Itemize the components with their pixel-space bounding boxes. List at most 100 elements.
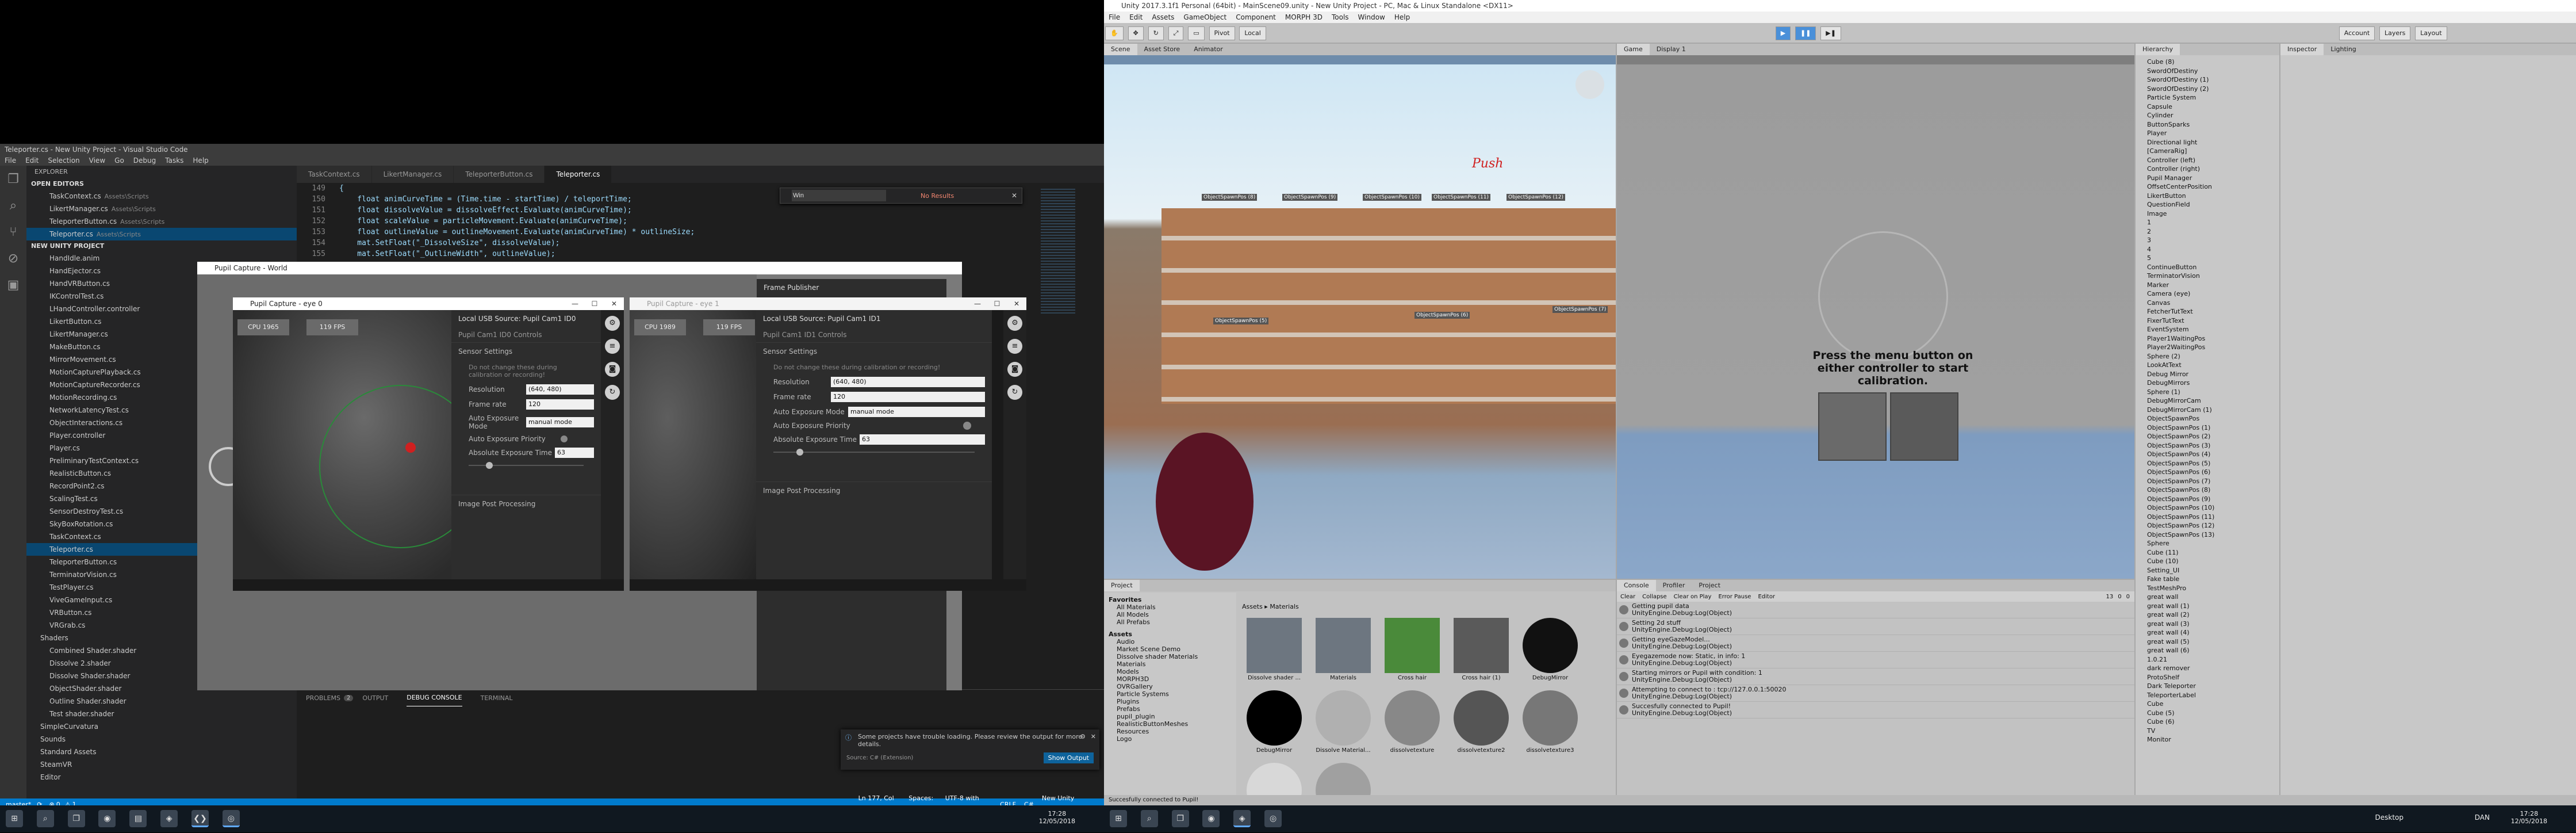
hierarchy-item[interactable]: Cube [2147,700,2279,709]
hierarchy-item[interactable]: Player2WaitingPos [2147,343,2279,352]
hierarchy-item[interactable]: Controller (left) [2147,156,2279,165]
folder-item[interactable]: SteamVR [26,758,297,771]
eye1-controls[interactable]: Pupil Cam1 ID1 Controls [756,327,992,342]
project-section[interactable]: NEW UNITY PROJECT [26,240,297,252]
eye1-post-processing[interactable]: Image Post Processing [756,482,992,499]
scene-object-label[interactable]: ObjectSpawnPos (11) [1432,194,1490,201]
hierarchy-item[interactable]: Marker [2147,281,2279,290]
tab-lighting[interactable]: Lighting [2324,44,2363,55]
asset-item[interactable]: DebugMirror [1241,690,1308,758]
unity-menu-window[interactable]: Window [1358,12,1385,23]
eye1-camera-view[interactable] [630,310,756,579]
hierarchy-item[interactable]: ObjectSpawnPos [2147,414,2279,423]
unity-menu-tools[interactable]: Tools [1332,12,1349,23]
tab-output[interactable]: OUTPUT [362,690,388,706]
asset-folder[interactable]: Materials [1109,660,1236,668]
asset-item[interactable]: Dissolve Material... [1310,690,1377,758]
source-control-icon[interactable]: ⑂ [0,219,26,245]
hierarchy-item[interactable]: Cylinder [2147,111,2279,120]
hand-tool-icon[interactable]: ✋ [1105,26,1124,40]
hierarchy-item[interactable]: FixerTutText [2147,316,2279,326]
hierarchy-item[interactable]: Dark Teleporter [2147,682,2279,691]
asset-folder[interactable]: RealisticButtonMeshes [1109,720,1236,728]
gear-icon[interactable]: ⚙ [1007,316,1022,331]
open-editor-item[interactable]: TeleporterButton.cs Assets\Scripts [26,215,297,228]
pivot-toggle[interactable]: Pivot [1209,26,1235,40]
eye0-abs-exposure-input[interactable]: 63 [555,448,594,458]
hierarchy-item[interactable]: SwordOfDestiny (2) [2147,85,2279,94]
windows-start-icon[interactable]: ⊞ [1110,810,1127,827]
chrome-icon[interactable]: ◉ [1202,810,1220,827]
pupil-icon[interactable]: ◎ [222,810,240,827]
windows-start-icon[interactable]: ⊞ [6,810,23,827]
hierarchy-item[interactable]: 3 [2147,236,2279,245]
console-log-entry[interactable]: Attempting to connect to : tcp://127.0.0… [1617,685,2134,702]
console-log-entry[interactable]: Succesfully connected to Pupil! UnityEng… [1617,702,2134,719]
favorite-item[interactable]: All Models [1109,611,1236,618]
tab-taskcontext[interactable]: TaskContext.cs [297,166,371,183]
menu-debug[interactable]: Debug [133,155,156,166]
files-icon[interactable]: ❐ [0,166,26,192]
eye0-post-processing[interactable]: Image Post Processing [451,495,601,513]
hierarchy-item[interactable]: 5 [2147,254,2279,263]
layers-dropdown[interactable]: Layers [2379,26,2411,40]
hierarchy-item[interactable]: Controller (right) [2147,165,2279,174]
asset-item[interactable]: Cross hair [1379,618,1446,686]
language-indicator[interactable]: DAN [2475,813,2490,821]
asset-item[interactable]: dissolvetexture [1379,690,1446,758]
hierarchy-item[interactable]: ObjectSpawnPos (12) [2147,521,2279,530]
console-log-entry[interactable]: Getting pupil data UnityEngine.Debug:Log… [1617,602,2134,618]
minimap[interactable] [1035,183,1092,689]
asset-folder[interactable]: OVRGallery [1109,683,1236,690]
hierarchy-item[interactable]: SwordOfDestiny [2147,67,2279,76]
search-icon[interactable]: ⌕ [36,810,54,827]
maximize-icon[interactable]: ☐ [585,297,604,310]
unity-menu-component[interactable]: Component [1236,12,1276,23]
vscode-icon[interactable]: ❮❯ [191,810,209,827]
find-input[interactable] [792,190,886,201]
asset-folder[interactable]: Models [1109,668,1236,675]
console-log-entry[interactable]: Eyegazemode now: Static, in info: 1 Unit… [1617,652,2134,668]
hierarchy-item[interactable]: Pupil Manager [2147,174,2279,183]
close-icon[interactable]: ✕ [1007,297,1026,310]
collapse-button[interactable]: Collapse [1642,594,1667,600]
hierarchy-item[interactable]: DebugMirrorCam [2147,396,2279,406]
close-icon[interactable]: ✕ [1091,733,1096,740]
hierarchy-item[interactable]: Sphere [2147,539,2279,548]
hierarchy-item[interactable]: Capsule [2147,102,2279,112]
hierarchy-item[interactable]: LookAtText [2147,361,2279,370]
hierarchy-item[interactable]: TestMeshPro [2147,584,2279,593]
unity-icon[interactable]: ◈ [1233,810,1251,827]
maximize-icon[interactable]: ☐ [987,297,1007,310]
menu-edit[interactable]: Edit [25,155,39,166]
folder-item[interactable]: Standard Assets [26,746,297,758]
hierarchy-item[interactable]: FetcherTutText [2147,307,2279,316]
scene-object-label[interactable]: ObjectSpawnPos (8) [1202,194,1258,201]
tab-teleporter[interactable]: Teleporter.cs [545,166,612,183]
hierarchy-item[interactable]: great wall (4) [2147,628,2279,637]
show-output-button[interactable]: Show Output [1043,752,1094,763]
hierarchy-item[interactable]: Cube (5) [2147,709,2279,718]
rotate-tool-icon[interactable]: ↻ [1148,26,1164,40]
unity-icon[interactable]: ◈ [160,810,178,827]
unity-menu-morph3d[interactable]: MORPH 3D [1285,12,1322,23]
hierarchy-item[interactable]: Monitor [2147,735,2279,744]
asset-item[interactable]: dissolvetexture3 [1517,690,1584,758]
clear-on-play-button[interactable]: Clear on Play [1674,594,1712,600]
scene-object-label[interactable]: ObjectSpawnPos (7) [1552,306,1608,313]
search-icon[interactable]: ⌕ [0,192,26,219]
hierarchy-item[interactable]: DebugMirrors [2147,379,2279,388]
tab-project[interactable]: Project [1104,580,1140,591]
console-log-entry[interactable]: Starting mirrors or Pupil with condition… [1617,668,2134,685]
tab-inspector[interactable]: Inspector [2280,44,2324,55]
tab-animator[interactable]: Animator [1187,44,1230,55]
hierarchy-item[interactable]: ObjectSpawnPos (3) [2147,441,2279,450]
tab-scene[interactable]: Scene [1104,44,1137,55]
hierarchy-item[interactable]: Sphere (2) [2147,352,2279,361]
eye1-exposure-mode-select[interactable]: manual mode [848,407,985,417]
tab-debug-console[interactable]: DEBUG CONSOLE [407,690,462,706]
list-icon[interactable]: ≡ [1007,339,1022,354]
hierarchy-item[interactable]: ButtonSparks [2147,120,2279,129]
folder-item[interactable]: Sounds [26,733,297,746]
tab-game[interactable]: Game [1617,44,1650,55]
